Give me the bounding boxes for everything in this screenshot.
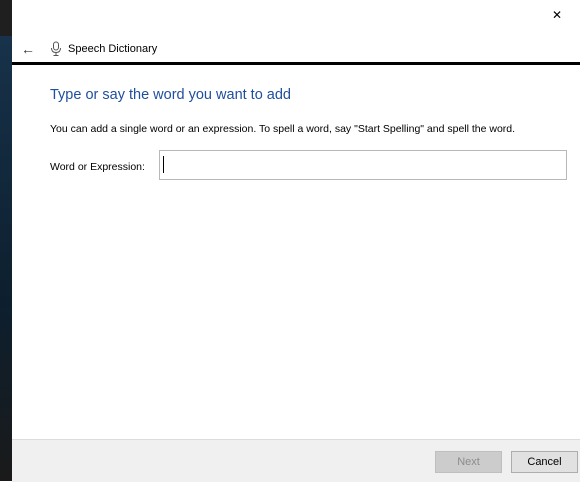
text-caret [163, 156, 164, 173]
app-title: Speech Dictionary [68, 43, 158, 55]
word-field-label: Word or Expression: [50, 161, 145, 173]
main-content: Type or say the word you want to add You… [12, 65, 580, 439]
window-left-edge [0, 0, 12, 481]
background-accent [0, 36, 12, 481]
cancel-button[interactable]: Cancel [511, 451, 578, 473]
next-button[interactable]: Next [435, 451, 502, 473]
title-bar: ✕ [12, 0, 580, 37]
footer-bar: Next Cancel [12, 439, 580, 482]
word-or-expression-input[interactable] [159, 150, 567, 180]
page-heading: Type or say the word you want to add [50, 87, 291, 103]
back-button[interactable]: ← [16, 38, 40, 60]
back-arrow-icon: ← [21, 41, 35, 57]
navigation-bar: ← Speech Dictionary [12, 36, 580, 65]
instructions-text: You can add a single word or an expressi… [50, 123, 516, 135]
close-button[interactable]: ✕ [534, 0, 580, 30]
microphone-icon [50, 41, 62, 57]
close-icon: ✕ [551, 8, 563, 22]
speech-dictionary-window: ✕ ← Speech Dictionary Type or say the wo… [0, 0, 580, 482]
